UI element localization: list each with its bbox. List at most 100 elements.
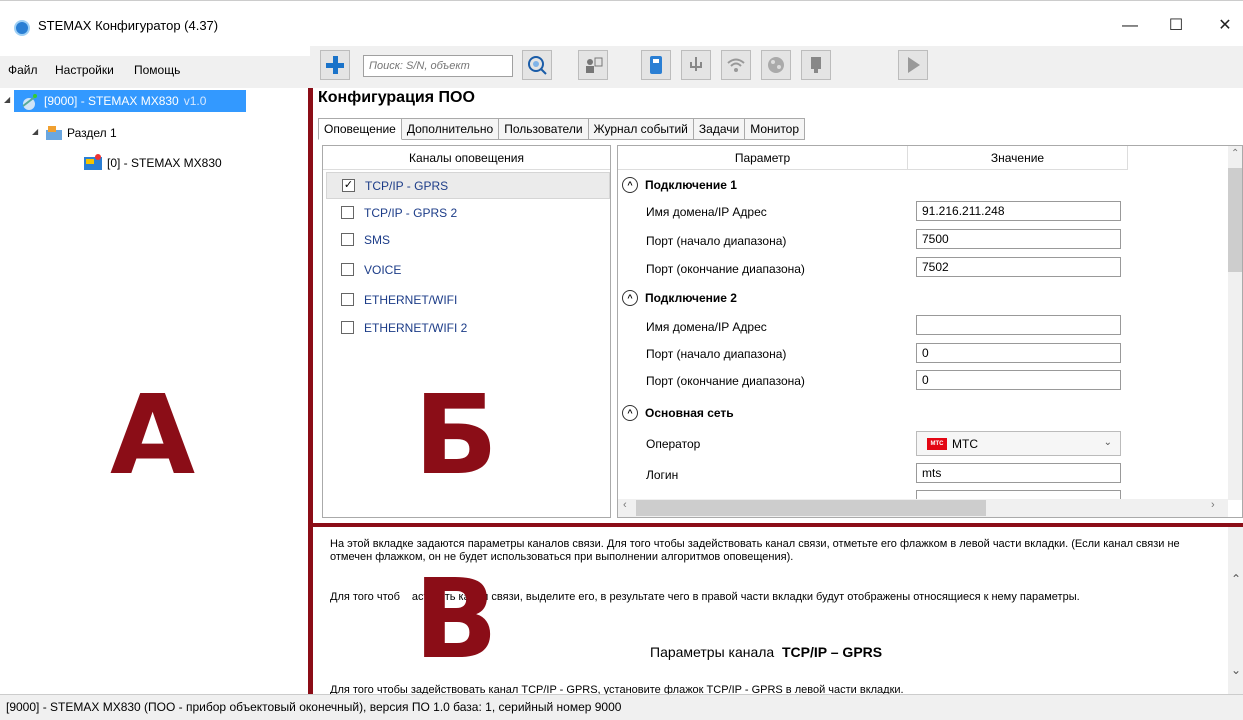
domain-ip-field[interactable] (916, 315, 1121, 335)
tree-section-label: Раздел 1 (67, 126, 117, 140)
overlay-letter-v: В (414, 555, 498, 683)
channel-item-ethernet-wifi-2[interactable]: ETHERNET/WIFI 2 (326, 314, 610, 341)
channel-item-ethernet-wifi[interactable]: ETHERNET/WIFI (326, 286, 610, 313)
scrollbar-thumb[interactable] (636, 500, 986, 516)
operator-value: МТС (952, 436, 978, 451)
globe-button[interactable] (761, 50, 791, 80)
tab-additional[interactable]: Дополнительно (401, 118, 500, 140)
scrollbar-thumb[interactable] (1228, 168, 1242, 272)
channel-item-tcpip-gprs[interactable]: ✓ TCP/IP - GPRS (326, 172, 610, 199)
scroll-up-icon[interactable]: ⌃ (1231, 572, 1241, 586)
scroll-up-icon[interactable]: ⌃ (1231, 148, 1239, 159)
channel-item-voice[interactable]: VOICE (326, 256, 610, 283)
mts-logo-icon: МТС (927, 437, 947, 450)
status-bar: [9000] - STEMAX MX830 (ПОО - прибор объе… (0, 694, 1243, 720)
users-button[interactable] (578, 50, 608, 80)
menu-file[interactable]: Файл (8, 63, 38, 77)
channel-item-tcpip-gprs-2[interactable]: TCP/IP - GPRS 2 (326, 199, 610, 226)
params-header-value: Значение (908, 146, 1128, 170)
minimize-button[interactable]: — (1110, 14, 1150, 38)
tab-bar: Оповещение Дополнительно Пользователи Жу… (318, 118, 806, 140)
wifi-button[interactable] (721, 50, 751, 80)
tab-event-log[interactable]: Журнал событий (588, 118, 694, 140)
window-title: STEMAX Конфигуратор (4.37) (38, 18, 219, 33)
section-title: Основная сеть (645, 406, 734, 420)
search-input[interactable] (363, 55, 513, 77)
usb-icon (650, 56, 662, 74)
params-header-param: Параметр (618, 146, 908, 170)
collapse-icon[interactable]: ^ (622, 290, 638, 306)
run-button[interactable] (898, 50, 928, 80)
globe-icon (768, 57, 784, 73)
menu-settings[interactable]: Настройки (55, 63, 114, 77)
param-label: Оператор (646, 437, 701, 451)
overlay-letter-a: А (110, 371, 196, 499)
tab-users[interactable]: Пользователи (499, 118, 589, 140)
channel-label: ETHERNET/WIFI 2 (364, 320, 468, 335)
channel-checkbox[interactable] (341, 206, 354, 219)
search-object-icon (528, 56, 547, 75)
channel-label: TCP/IP - GPRS (365, 178, 449, 193)
param-label: Порт (окончание диапазона) (646, 262, 805, 276)
section-connection-1[interactable]: ^ Подключение 1 (622, 177, 737, 193)
search-object-button[interactable] (522, 50, 552, 80)
domain-ip-field[interactable]: 91.216.211.248 (916, 201, 1121, 221)
wifi-icon (727, 58, 745, 72)
satellite-icon (22, 94, 37, 110)
param-label: Имя домена/IP Адрес (646, 320, 767, 334)
tree-item-device[interactable]: [0] - STEMAX MX830 (82, 152, 222, 174)
users-icon (586, 57, 603, 73)
param-label: Порт (начало диапазона) (646, 234, 787, 248)
tree-expand-icon[interactable]: ◢ (32, 127, 42, 136)
port-start-field[interactable]: 7500 (916, 229, 1121, 249)
scroll-right-icon[interactable]: › (1211, 499, 1215, 511)
close-button[interactable]: ✕ (1205, 14, 1243, 38)
channel-label: ETHERNET/WIFI (364, 292, 458, 307)
collapse-icon[interactable]: ^ (622, 405, 638, 421)
tree-item-root[interactable]: [9000] - STEMAX MX830 v1.0 (14, 90, 246, 112)
channel-label: VOICE (364, 262, 402, 277)
scroll-left-icon[interactable]: ‹ (623, 499, 627, 511)
maximize-button[interactable]: ☐ (1156, 14, 1196, 38)
channel-checkbox[interactable] (341, 321, 354, 334)
channel-checkbox[interactable] (341, 233, 354, 246)
collapse-icon[interactable]: ^ (622, 177, 638, 193)
tab-tasks[interactable]: Задачи (693, 118, 746, 140)
scroll-down-icon[interactable]: ⌄ (1231, 663, 1241, 677)
section-connection-2[interactable]: ^ Подключение 2 (622, 290, 737, 306)
login-field[interactable]: mts (916, 463, 1121, 483)
help-heading: Параметры канала TCP/IP – GPRS (650, 644, 883, 660)
port-start-field[interactable]: 0 (916, 343, 1121, 363)
channel-item-sms[interactable]: SMS (326, 226, 610, 253)
channel-checkbox[interactable] (341, 263, 354, 276)
tree-expand-icon[interactable]: ◢ (4, 95, 14, 104)
phone-icon (811, 57, 821, 73)
section-title: Подключение 1 (645, 178, 737, 192)
tab-notification[interactable]: Оповещение (318, 118, 402, 140)
channel-label: SMS (364, 232, 391, 247)
param-label: Имя домена/IP Адрес (646, 205, 767, 219)
tree-root-label: [9000] - STEMAX MX830 (44, 94, 179, 108)
channel-checkbox[interactable]: ✓ (342, 179, 355, 192)
add-icon (326, 56, 344, 74)
phone-button[interactable] (801, 50, 831, 80)
add-object-button[interactable] (320, 50, 350, 80)
usb-alt-icon (690, 57, 702, 71)
port-end-field[interactable]: 0 (916, 370, 1121, 390)
port-end-field[interactable]: 7502 (916, 257, 1121, 277)
overlay-letter-b: Б (414, 371, 498, 499)
channels-header: Каналы оповещения (323, 146, 610, 170)
section-main-network[interactable]: ^ Основная сеть (622, 405, 734, 421)
tree-item-section[interactable]: Раздел 1 (44, 122, 117, 144)
tab-monitor[interactable]: Монитор (745, 118, 806, 140)
param-label: Логин (646, 468, 679, 482)
operator-select[interactable]: МТС МТС ⌄ (916, 431, 1121, 456)
channel-checkbox[interactable] (341, 293, 354, 306)
section-icon (46, 126, 62, 140)
usb-alt-button[interactable] (681, 50, 711, 80)
menu-help[interactable]: Помощь (134, 63, 180, 77)
device-icon (84, 154, 102, 170)
usb-button[interactable] (641, 50, 671, 80)
param-label: Порт (окончание диапазона) (646, 374, 805, 388)
tree-device-label: [0] - STEMAX MX830 (107, 156, 222, 170)
